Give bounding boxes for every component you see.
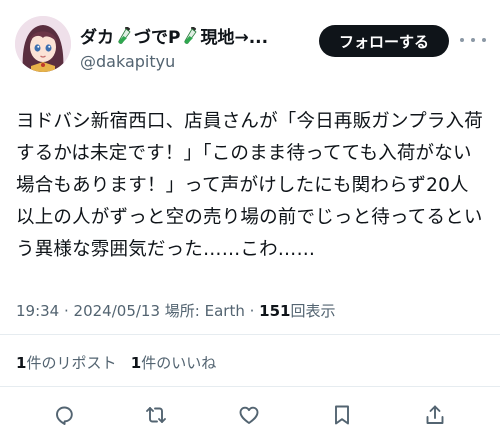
likes-count: 1 [130, 354, 142, 372]
more-horizontal-icon [482, 38, 486, 42]
reposts-count: 1 [16, 354, 27, 372]
anime-girl-avatar-icon [15, 16, 71, 72]
divider [0, 386, 500, 387]
tweet-meta: 19:34 · 2024/05/13 場所: Earth · 151回表示 [16, 300, 335, 321]
bookmark-button[interactable] [327, 400, 357, 430]
meta-separator: · [244, 302, 260, 320]
reposts-stat[interactable]: 1件のリポスト [16, 354, 116, 372]
tweet-text: ヨドバシ新宿西口、店員さんが「今日再販ガンプラ入荷するかは未定です！」「このまま… [16, 111, 483, 260]
views-label: 回表示 [290, 302, 336, 320]
heart-icon [239, 406, 259, 424]
repost-icon [146, 407, 166, 423]
share-button[interactable] [420, 400, 450, 430]
more-horizontal-icon [460, 38, 464, 42]
repost-button[interactable] [141, 400, 171, 430]
more-horizontal-icon [471, 38, 475, 42]
display-name-part2: づでP [134, 28, 181, 48]
engagement-stats: 1件のリポスト 1件のいいね [16, 352, 216, 373]
avatar[interactable] [15, 16, 71, 72]
divider [0, 334, 500, 335]
follow-button[interactable]: フォローする [319, 25, 449, 57]
likes-label: 件のいいね [141, 354, 217, 372]
test-tube-icon [184, 26, 198, 44]
tweet-time[interactable]: 19:34 [16, 302, 59, 320]
display-name[interactable]: ダカ づでP 現地→... [80, 23, 306, 48]
reply-button[interactable] [49, 400, 79, 430]
reposts-label: 件のリポスト [26, 354, 117, 372]
test-tube-icon [118, 26, 131, 44]
meta-separator: · [59, 302, 74, 320]
more-options-button[interactable] [460, 30, 486, 50]
views-count: 151 [259, 302, 291, 320]
likes-stat[interactable]: 1件のいいね [131, 354, 216, 372]
bookmark-icon [335, 405, 349, 425]
share-icon [426, 405, 444, 424]
tweet-date[interactable]: 2024/05/13 [74, 302, 160, 320]
user-handle[interactable]: @dakapityu [80, 52, 175, 71]
like-button[interactable] [234, 400, 264, 430]
reply-icon [56, 406, 73, 425]
display-name-part1: ダカ [80, 28, 114, 48]
action-bar [0, 400, 500, 430]
display-name-part3: 現地→... [200, 28, 269, 48]
tweet-location[interactable]: 場所: Earth [165, 302, 245, 320]
